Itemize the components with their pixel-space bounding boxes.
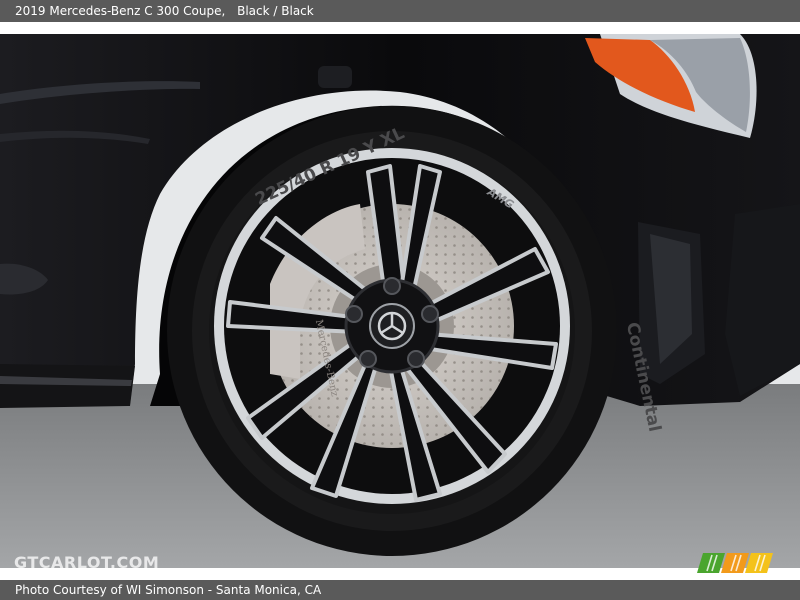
page-frame: 2019 Mercedes-Benz C 300 Coupe, Black / … xyxy=(0,0,800,600)
gtcarlot-logo-icon xyxy=(697,553,773,573)
vehicle-photo: 225/40 R 19 Y XL Continental AMG Mercede… xyxy=(0,34,800,568)
liner-clip xyxy=(318,66,352,88)
bumper-edge xyxy=(725,204,800,396)
vehicle-title: 2019 Mercedes-Benz C 300 Coupe, xyxy=(15,4,226,18)
vehicle-colors: Black / Black xyxy=(237,4,314,18)
wheel-photo-illustration: 225/40 R 19 Y XL Continental AMG Mercede… xyxy=(0,34,800,568)
site-watermark: GTCARLOT.COM xyxy=(14,553,160,572)
credit-bar: Photo Courtesy of WI Simonson - Santa Mo… xyxy=(0,580,800,600)
side-sill xyxy=(0,364,135,408)
photo-credit: Photo Courtesy of WI Simonson - Santa Mo… xyxy=(15,583,322,597)
caption-bar: 2019 Mercedes-Benz C 300 Coupe, Black / … xyxy=(0,0,800,22)
